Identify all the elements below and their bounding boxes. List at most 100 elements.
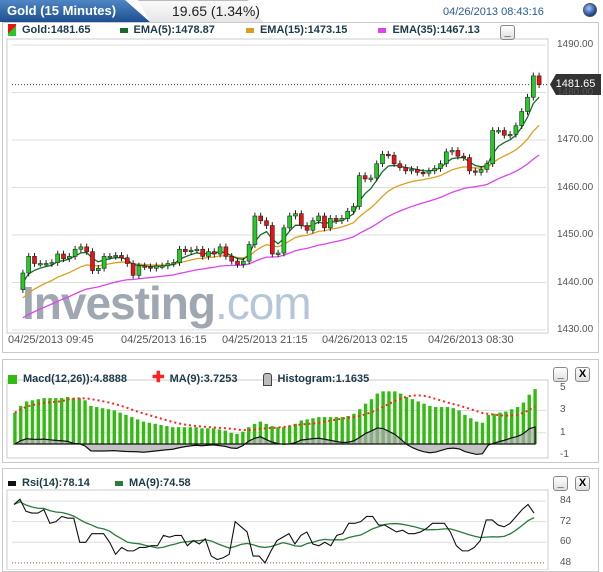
candle <box>374 163 380 179</box>
macd-bar <box>439 407 444 444</box>
minimize-main-button[interactable]: _ <box>500 25 515 40</box>
macd-bar <box>141 421 146 444</box>
macd-bar <box>83 400 87 444</box>
candle <box>397 163 403 168</box>
macd-bar <box>54 398 58 444</box>
candle <box>32 256 37 264</box>
candle <box>287 215 293 229</box>
candle <box>432 168 438 172</box>
macd-bar <box>498 412 502 444</box>
candle <box>212 251 217 255</box>
candle <box>264 220 269 226</box>
candle <box>333 218 339 222</box>
macd-bar <box>457 410 461 444</box>
candle-icon <box>8 24 16 37</box>
x-tick-label: 04/25/2013 16:15 <box>121 334 207 346</box>
candle <box>304 225 310 231</box>
macd-bar <box>95 407 99 444</box>
rsi-ma-swatch <box>114 480 123 486</box>
macd-y-tick: 5 <box>560 382 566 393</box>
macd-bar <box>229 432 233 444</box>
candle <box>310 220 316 231</box>
close-macd-button[interactable]: X <box>575 367 590 382</box>
macd-bar <box>469 418 473 444</box>
legend-macd-ma: MA(9):3.7253 <box>169 373 238 385</box>
macd-bar <box>194 427 198 444</box>
macd-bar <box>282 427 286 444</box>
candle <box>409 169 414 172</box>
candle <box>26 256 32 274</box>
candle <box>461 155 467 158</box>
candle <box>90 251 95 271</box>
rsi-y-tick: 72 <box>560 515 572 527</box>
legend-gold: Gold:1481.65 <box>22 24 91 36</box>
candle <box>78 246 84 250</box>
candle <box>125 257 130 264</box>
candle <box>368 177 374 180</box>
candle <box>507 134 513 137</box>
main-legend: Gold:1481.65 EMA(5):1478.87 EMA(15):1473… <box>8 24 480 37</box>
macd-y-tick: 1 <box>560 426 566 438</box>
candle <box>37 263 43 266</box>
macd-bar <box>89 405 93 444</box>
legend-histogram: Histogram:1.1635 <box>277 373 370 385</box>
candle <box>223 246 229 257</box>
macd-bar <box>235 433 239 444</box>
macd-bar <box>13 412 17 444</box>
rsi-legend: Rsi(14):78.14 MA(9):74.58 <box>8 477 191 489</box>
candle <box>501 130 507 136</box>
histogram-area <box>12 426 536 456</box>
candle <box>252 215 258 245</box>
macd-bar <box>59 398 64 444</box>
candle <box>55 253 61 263</box>
candle <box>188 249 194 252</box>
macd-bar <box>340 417 344 444</box>
legend-macd: Macd(12,26)):4.8888 <box>23 373 127 385</box>
macd-bar <box>106 409 111 444</box>
candle <box>362 175 368 180</box>
candle <box>484 163 490 170</box>
macd-bar <box>276 427 280 444</box>
candle <box>356 175 362 207</box>
macd-bar <box>434 407 438 444</box>
candle <box>530 75 536 98</box>
candle <box>165 263 171 267</box>
candle <box>449 150 455 153</box>
macd-bar <box>30 400 35 444</box>
minimize-macd-button[interactable]: _ <box>553 367 568 382</box>
candle <box>345 210 351 219</box>
rsi-ma-line <box>13 501 535 549</box>
candle <box>380 153 385 165</box>
rsi-y-tick: 60 <box>560 536 572 548</box>
macd-bar <box>416 401 420 444</box>
macd-bar <box>451 408 455 444</box>
candle <box>467 157 472 172</box>
x-tick-label: 04/25/2013 21:15 <box>222 334 308 346</box>
candle <box>241 260 246 265</box>
macd-y-tick: 3 <box>560 404 566 416</box>
candle <box>183 248 188 252</box>
candle <box>426 170 432 174</box>
candle <box>119 255 124 259</box>
y-tick-label: 1480.00 <box>557 86 594 98</box>
candle <box>235 260 240 265</box>
macd-bar <box>410 399 415 444</box>
close-rsi-button[interactable]: X <box>575 476 590 491</box>
macd-bar <box>165 426 169 444</box>
candle <box>478 169 484 173</box>
minimize-rsi-button[interactable]: _ <box>553 476 568 491</box>
plus-icon: ✚ <box>152 369 165 386</box>
macd-bar <box>428 405 432 444</box>
candle <box>414 169 420 173</box>
y-tick-label: 1430.00 <box>557 324 594 335</box>
macd-bar <box>130 417 134 444</box>
macd-bar <box>445 407 450 444</box>
legend-ema35: EMA(35):1467.13 <box>392 24 480 36</box>
macd-bar <box>182 427 187 444</box>
candle <box>513 125 519 135</box>
macd-bar <box>346 416 350 444</box>
candle <box>275 252 281 255</box>
rsi-swatch <box>8 480 16 486</box>
candle <box>403 167 409 172</box>
histogram-swatch <box>262 372 272 386</box>
